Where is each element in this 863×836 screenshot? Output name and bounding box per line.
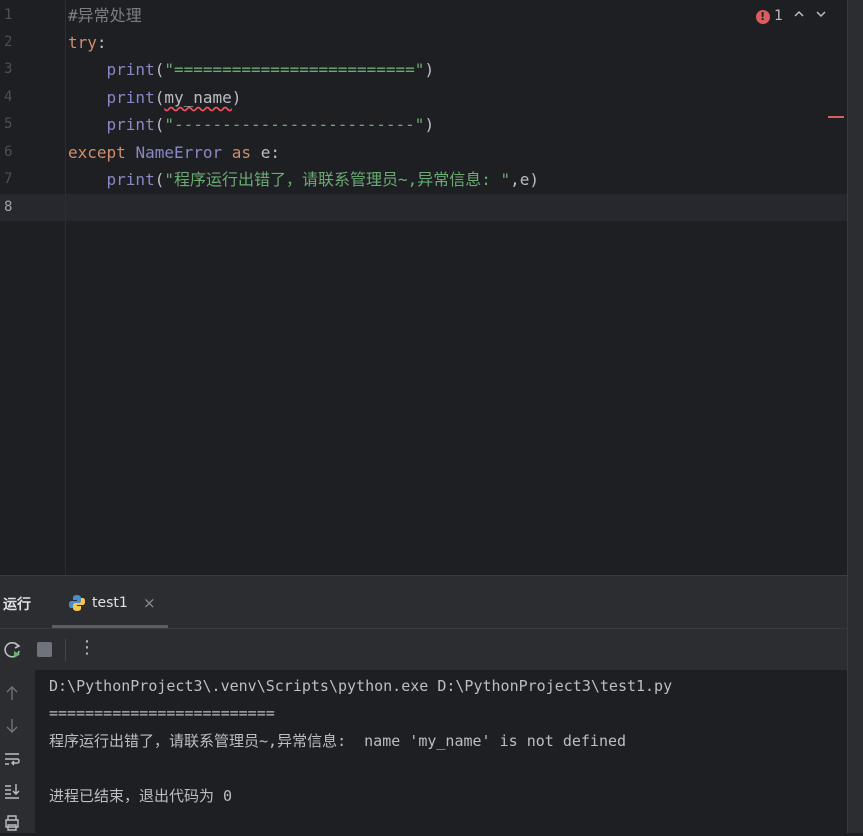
tab-label: test1	[92, 595, 128, 611]
code-line-5[interactable]: print("-------------------------")	[68, 111, 435, 138]
keyword-as: as	[231, 143, 252, 162]
line-number: 7	[4, 171, 13, 187]
identifier: e:	[260, 143, 280, 162]
string-literal: "========================="	[164, 60, 425, 79]
more-options-icon[interactable]: ⋮	[78, 637, 96, 658]
console-line[interactable]: D:\PythonProject3\.venv\Scripts\python.e…	[49, 673, 672, 700]
line-number: 4	[4, 89, 13, 105]
scroll-to-end-icon[interactable]	[3, 782, 21, 800]
paren-close: )	[424, 60, 435, 79]
console-line[interactable]: 进程已结束，退出代码为 0	[49, 783, 232, 810]
builtin-print: print	[106, 115, 155, 134]
print-icon[interactable]	[3, 814, 21, 832]
keyword-except: except	[68, 143, 126, 162]
builtin-print: print	[106, 88, 155, 107]
line-number: 5	[4, 116, 13, 132]
unresolved-reference[interactable]: my_name	[164, 88, 231, 107]
console-line[interactable]: =========================	[49, 700, 275, 727]
console-side-toolbar	[0, 670, 35, 833]
run-tool-window-header: 运行 test1 ×	[0, 575, 847, 628]
paren-close: )	[424, 115, 435, 134]
string-literal: "程序运行出错了，请联系管理员~,异常信息: "	[164, 170, 511, 189]
arrow-down-icon[interactable]	[3, 717, 21, 735]
error-icon: !	[755, 10, 770, 24]
chevron-up-icon[interactable]	[793, 8, 805, 24]
args-rest: ,e)	[510, 170, 540, 189]
code-line-2[interactable]: try:	[68, 29, 107, 56]
console-line[interactable]: 程序运行出错了，请联系管理员~,异常信息: name 'my_name' is …	[49, 728, 626, 755]
right-tool-strip	[847, 0, 863, 833]
tab-test1[interactable]: test1 ×	[52, 576, 168, 629]
current-line-highlight	[0, 194, 847, 221]
paren-close: )	[231, 88, 242, 107]
line-number: 6	[4, 144, 13, 160]
line-number: 2	[4, 34, 13, 50]
code-line-3[interactable]: print("=========================")	[68, 56, 435, 83]
builtin-print: print	[106, 60, 155, 79]
close-icon[interactable]: ×	[143, 594, 156, 612]
chevron-down-icon[interactable]	[815, 8, 827, 24]
python-icon	[68, 594, 86, 612]
arrow-up-icon[interactable]	[3, 684, 21, 702]
stop-icon[interactable]	[37, 642, 52, 657]
error-count[interactable]: ! 1	[755, 8, 783, 24]
paren-open: (	[154, 88, 165, 107]
console-output[interactable]: D:\PythonProject3\.venv\Scripts\python.e…	[35, 670, 847, 833]
string-literal: "-------------------------"	[164, 115, 425, 134]
builtin-print: print	[106, 170, 155, 189]
toolbar-separator	[65, 639, 66, 661]
strip-divider	[847, 0, 848, 833]
colon-token: :	[96, 33, 107, 52]
line-number-current: 8	[4, 199, 13, 215]
error-stripe-mark[interactable]	[828, 116, 844, 118]
code-editor[interactable]: 1 2 3 4 5 6 7 8 #异常处理 try: print("======…	[0, 0, 847, 575]
paren-open: (	[154, 115, 165, 134]
run-toolbar: ⋮	[0, 628, 847, 670]
soft-wrap-icon[interactable]	[3, 750, 21, 768]
line-number: 1	[4, 7, 13, 23]
comment-token: #异常处理	[68, 6, 142, 25]
line-number: 3	[4, 61, 13, 77]
code-line-7[interactable]: print("程序运行出错了，请联系管理员~,异常信息: ",e)	[68, 166, 540, 193]
code-line-6[interactable]: except NameError as e:	[68, 139, 280, 166]
inspection-widget[interactable]: ! 1	[755, 8, 827, 24]
paren-open: (	[154, 60, 165, 79]
tool-window-title: 运行	[3, 597, 31, 613]
gutter-divider	[65, 0, 66, 575]
error-count-label: 1	[774, 8, 783, 24]
code-line-1[interactable]: #异常处理	[68, 2, 142, 29]
class-name: NameError	[135, 143, 223, 162]
paren-open: (	[154, 170, 165, 189]
keyword-try: try	[68, 33, 97, 52]
rerun-icon[interactable]	[3, 640, 23, 660]
code-line-4[interactable]: print(my_name)	[68, 84, 242, 111]
